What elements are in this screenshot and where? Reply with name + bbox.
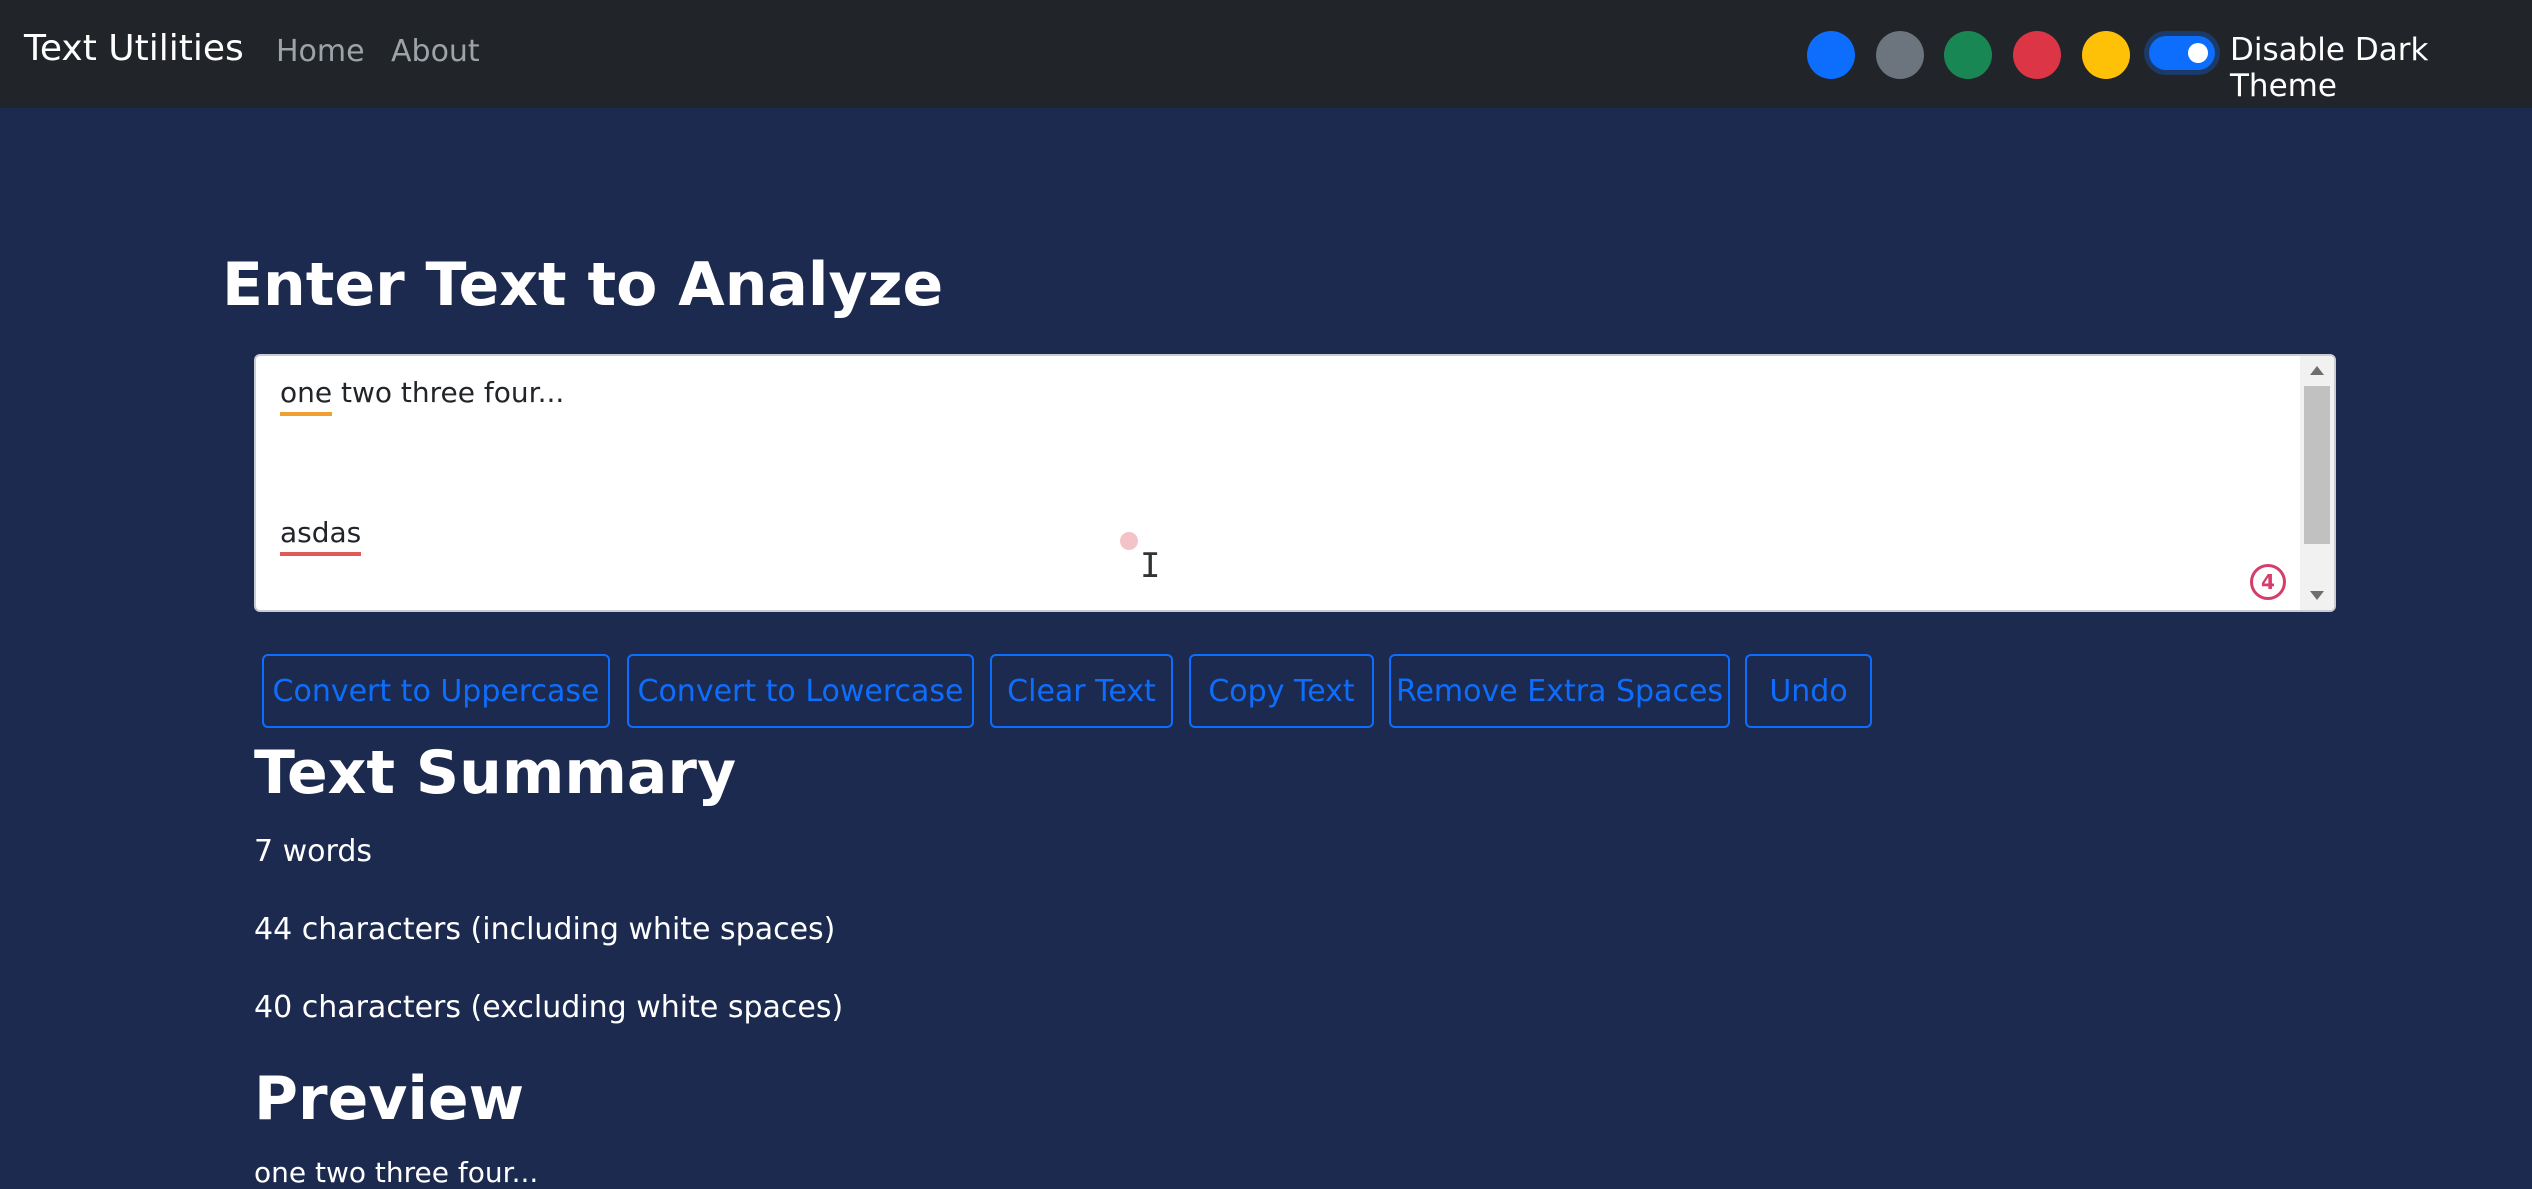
preview-text: one two three four... [254, 1156, 539, 1189]
convert-uppercase-button[interactable]: Convert to Uppercase [262, 654, 610, 728]
spellcheck-error-word: asdas [280, 516, 362, 556]
textarea-line-1-rest: two three four... [332, 376, 565, 409]
nav-link-home[interactable]: Home [276, 34, 365, 69]
textarea-line-1: one two three four... [280, 376, 565, 416]
scroll-thumb[interactable] [2304, 386, 2330, 544]
char-count-with-spaces: 44 characters (including white spaces) [254, 912, 836, 947]
theme-swatch-yellow[interactable] [2082, 31, 2130, 79]
toggle-knob [2188, 43, 2208, 63]
scroll-up-arrow-icon[interactable] [2310, 366, 2324, 375]
clear-text-button[interactable]: Clear Text [990, 654, 1173, 728]
dark-theme-toggle[interactable] [2149, 36, 2215, 70]
textarea-line-2: asdas [280, 516, 362, 556]
text-summary-heading: Text Summary [254, 738, 737, 808]
theme-swatch-blue[interactable] [1807, 31, 1855, 79]
text-input-area[interactable]: one two three four... asdas I 4 [254, 354, 2336, 612]
theme-swatch-green[interactable] [1944, 31, 1992, 79]
preview-heading: Preview [254, 1064, 525, 1134]
word-count: 7 words [254, 834, 372, 869]
grammar-count-badge[interactable]: 4 [2250, 564, 2286, 600]
theme-swatch-red[interactable] [2013, 31, 2061, 79]
scroll-down-arrow-icon[interactable] [2310, 591, 2324, 600]
text-cursor-icon: I [1140, 546, 1161, 586]
dark-theme-toggle-label[interactable]: Disable Dark Theme [2230, 32, 2532, 104]
navbar: Text Utilities Home About Disable Dark T… [0, 0, 2532, 108]
textarea-scrollbar[interactable] [2300, 356, 2334, 610]
convert-lowercase-button[interactable]: Convert to Lowercase [627, 654, 974, 728]
remove-extra-spaces-button[interactable]: Remove Extra Spaces [1389, 654, 1730, 728]
copy-text-button[interactable]: Copy Text [1189, 654, 1374, 728]
theme-swatch-gray[interactable] [1876, 31, 1924, 79]
char-count-without-spaces: 40 characters (excluding white spaces) [254, 990, 844, 1025]
nav-link-about[interactable]: About [391, 34, 480, 69]
undo-button[interactable]: Undo [1745, 654, 1872, 728]
page-title: Enter Text to Analyze [222, 250, 944, 320]
brand-title[interactable]: Text Utilities [24, 28, 244, 69]
spellcheck-underline-word: one [280, 376, 333, 416]
click-indicator [1120, 532, 1138, 550]
